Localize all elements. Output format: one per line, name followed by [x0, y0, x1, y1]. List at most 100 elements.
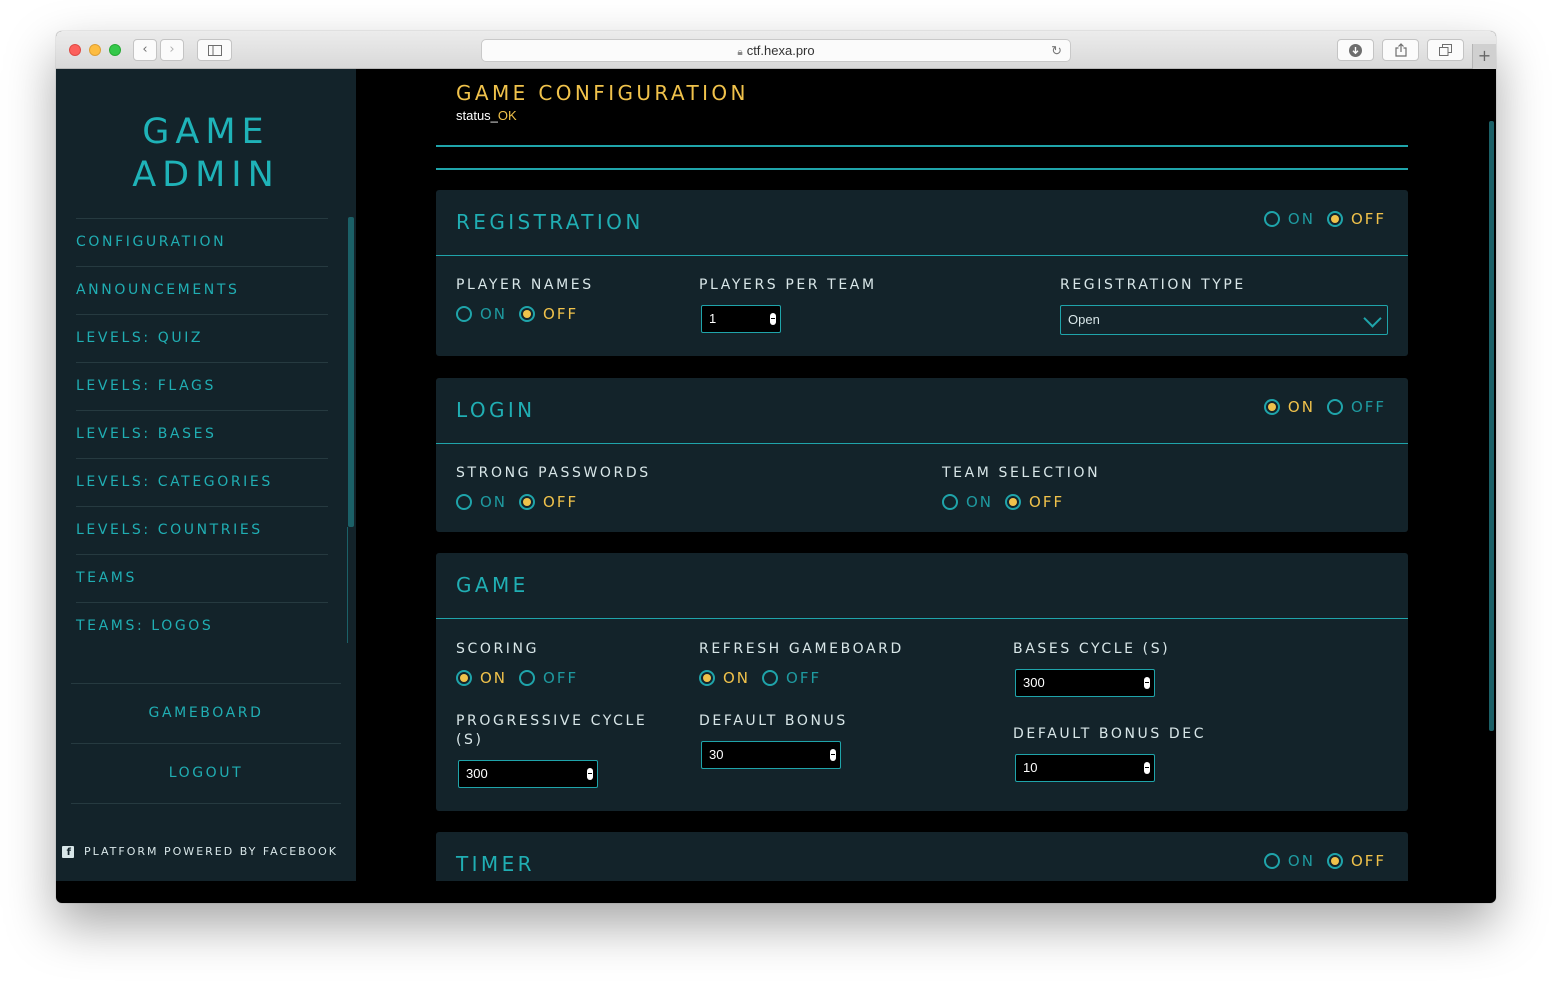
strong-passwords-label: STRONG PASSWORDS [456, 465, 651, 481]
gameboard-link[interactable]: GAMEBOARD [71, 683, 341, 743]
timer-off-radio[interactable]: OFF [1326, 852, 1386, 870]
minimize-window-button[interactable] [89, 44, 101, 56]
radio-circle-icon [1263, 211, 1280, 227]
new-tab-button[interactable]: + [1472, 44, 1496, 69]
bases-cycle-input[interactable]: 300 [1015, 669, 1155, 697]
on-label: ON [480, 305, 508, 323]
registration-type-select[interactable]: Open [1060, 305, 1388, 335]
strong-passwords-toggle: ON OFF [456, 493, 651, 511]
sidebar-item-announcements[interactable]: ANNOUNCEMENTS [76, 266, 328, 314]
default-bonus-input[interactable]: 30 [701, 741, 841, 769]
game-panel: GAME SCORING ON OFF REFRESH GAMEBOARD ON… [436, 553, 1408, 811]
sidebar-scrollbar-track[interactable] [347, 527, 348, 643]
strong-passwords-on-radio[interactable]: ON [456, 493, 507, 511]
login-off-radio[interactable]: OFF [1326, 398, 1386, 416]
player-names-off-radio[interactable]: OFF [519, 305, 578, 323]
stepper-icon[interactable] [1144, 677, 1150, 689]
sidebar-links: GAMEBOARD LOGOUT [71, 683, 341, 804]
strong-passwords-off-radio[interactable]: OFF [519, 493, 578, 511]
stepper-icon[interactable] [770, 313, 776, 325]
radio-circle-icon [1326, 853, 1343, 869]
on-label: ON [480, 669, 508, 687]
reload-icon[interactable]: ↻ [1051, 40, 1062, 61]
sidebar-item-levels-countries[interactable]: LEVELS: COUNTRIES [76, 506, 328, 554]
off-label: OFF [1350, 852, 1386, 870]
team-selection-on-radio[interactable]: ON [942, 493, 993, 511]
stepper-icon[interactable] [587, 768, 593, 780]
sidebar-item-levels-quiz[interactable]: LEVELS: QUIZ [76, 314, 328, 362]
forward-button[interactable]: › [160, 39, 184, 61]
zoom-window-button[interactable] [109, 44, 121, 56]
timer-title: TIMER [456, 852, 535, 876]
players-per-team-value: 1 [709, 311, 717, 326]
team-selection-off-radio[interactable]: OFF [1005, 493, 1064, 511]
registration-off-radio[interactable]: OFF [1326, 210, 1386, 228]
plus-icon: + [1477, 46, 1492, 65]
lock-icon: 🔒︎ [737, 47, 743, 58]
logout-link[interactable]: LOGOUT [71, 743, 341, 803]
radio-circle-icon [942, 494, 958, 510]
configuration-main: GAME CONFIGURATION status_OK REGISTRATIO… [436, 69, 1408, 881]
url-text: ctf.hexa.pro [746, 43, 815, 58]
radio-circle-icon [762, 670, 779, 686]
sidebar-nav: CONFIGURATION ANNOUNCEMENTS LEVELS: QUIZ… [76, 218, 328, 650]
radio-circle-icon [1326, 399, 1343, 415]
sidebar-item-teams-logos[interactable]: TEAMS: LOGOS [76, 602, 328, 650]
registration-panel: REGISTRATION ON OFF PLAYER NAMES ON OFF … [436, 190, 1408, 356]
sidebar-toggle-button[interactable] [197, 39, 232, 61]
off-label: OFF [786, 669, 822, 687]
sidebar-item-configuration[interactable]: CONFIGURATION [76, 218, 328, 266]
page-scrollbar-thumb[interactable] [1489, 121, 1494, 731]
game-panel-header: GAME [436, 553, 1408, 619]
default-bonus-dec-input[interactable]: 10 [1015, 754, 1155, 782]
players-per-team-input[interactable]: 1 [701, 305, 781, 333]
on-label: ON [480, 493, 508, 511]
facebook-icon: f [62, 845, 74, 858]
off-label: OFF [1350, 398, 1386, 416]
stepper-icon[interactable] [1144, 762, 1150, 774]
registration-type-label: REGISTRATION TYPE [1060, 277, 1246, 293]
registration-on-radio[interactable]: ON [1263, 210, 1315, 228]
stepper-icon[interactable] [830, 749, 836, 761]
share-button[interactable] [1382, 39, 1419, 61]
login-on-radio[interactable]: ON [1263, 398, 1315, 416]
brand-line-1: GAME [142, 112, 270, 152]
radio-circle-icon [1263, 399, 1280, 415]
share-icon [1394, 43, 1407, 57]
off-label: OFF [543, 669, 579, 687]
on-label: ON [966, 493, 994, 511]
sidebar-item-teams[interactable]: TEAMS [76, 554, 328, 602]
radio-circle-icon [456, 306, 472, 322]
tabs-overview-button[interactable] [1427, 39, 1464, 61]
sidebar-item-levels-bases[interactable]: LEVELS: BASES [76, 410, 328, 458]
timer-on-radio[interactable]: ON [1263, 852, 1315, 870]
default-bonus-dec-label: DEFAULT BONUS DEC [1013, 726, 1207, 742]
radio-circle-icon [456, 494, 472, 510]
address-bar[interactable]: 🔒︎ ctf.hexa.pro ↻ [481, 39, 1071, 62]
default-bonus-dec-value: 10 [1023, 760, 1038, 775]
back-button[interactable]: ‹ [133, 39, 157, 61]
scoring-off-radio[interactable]: OFF [519, 669, 578, 687]
progressive-cycle-input[interactable]: 300 [458, 760, 598, 788]
refresh-gameboard-off-radio[interactable]: OFF [762, 669, 821, 687]
scoring-on-radio[interactable]: ON [456, 669, 507, 687]
off-label: OFF [1350, 210, 1386, 228]
players-per-team-field: PLAYERS PER TEAM 1 [699, 276, 877, 333]
bases-cycle-label: BASES CYCLE (S) [1013, 641, 1171, 657]
page-title: GAME CONFIGURATION [456, 81, 749, 105]
scoring-label: SCORING [456, 641, 540, 657]
login-panel: LOGIN ON OFF STRONG PASSWORDS ON OFF TEA… [436, 378, 1408, 532]
login-toggle: ON OFF [1263, 398, 1386, 416]
sidebar-item-levels-categories[interactable]: LEVELS: CATEGORIES [76, 458, 328, 506]
browser-window: ‹ › 🔒︎ ctf.hexa.pro ↻ + GAME ADMIN CONFI… [56, 31, 1496, 903]
sidebar-scrollbar-thumb[interactable] [348, 217, 354, 527]
downloads-button[interactable] [1337, 39, 1374, 61]
default-bonus-value: 30 [709, 747, 724, 762]
scoring-field: SCORING ON OFF [456, 640, 578, 687]
refresh-gameboard-on-radio[interactable]: ON [699, 669, 750, 687]
registration-toggle: ON OFF [1263, 210, 1386, 228]
player-names-on-radio[interactable]: ON [456, 305, 507, 323]
team-selection-label: TEAM SELECTION [942, 465, 1101, 481]
close-window-button[interactable] [69, 44, 81, 56]
sidebar-item-levels-flags[interactable]: LEVELS: FLAGS [76, 362, 328, 410]
